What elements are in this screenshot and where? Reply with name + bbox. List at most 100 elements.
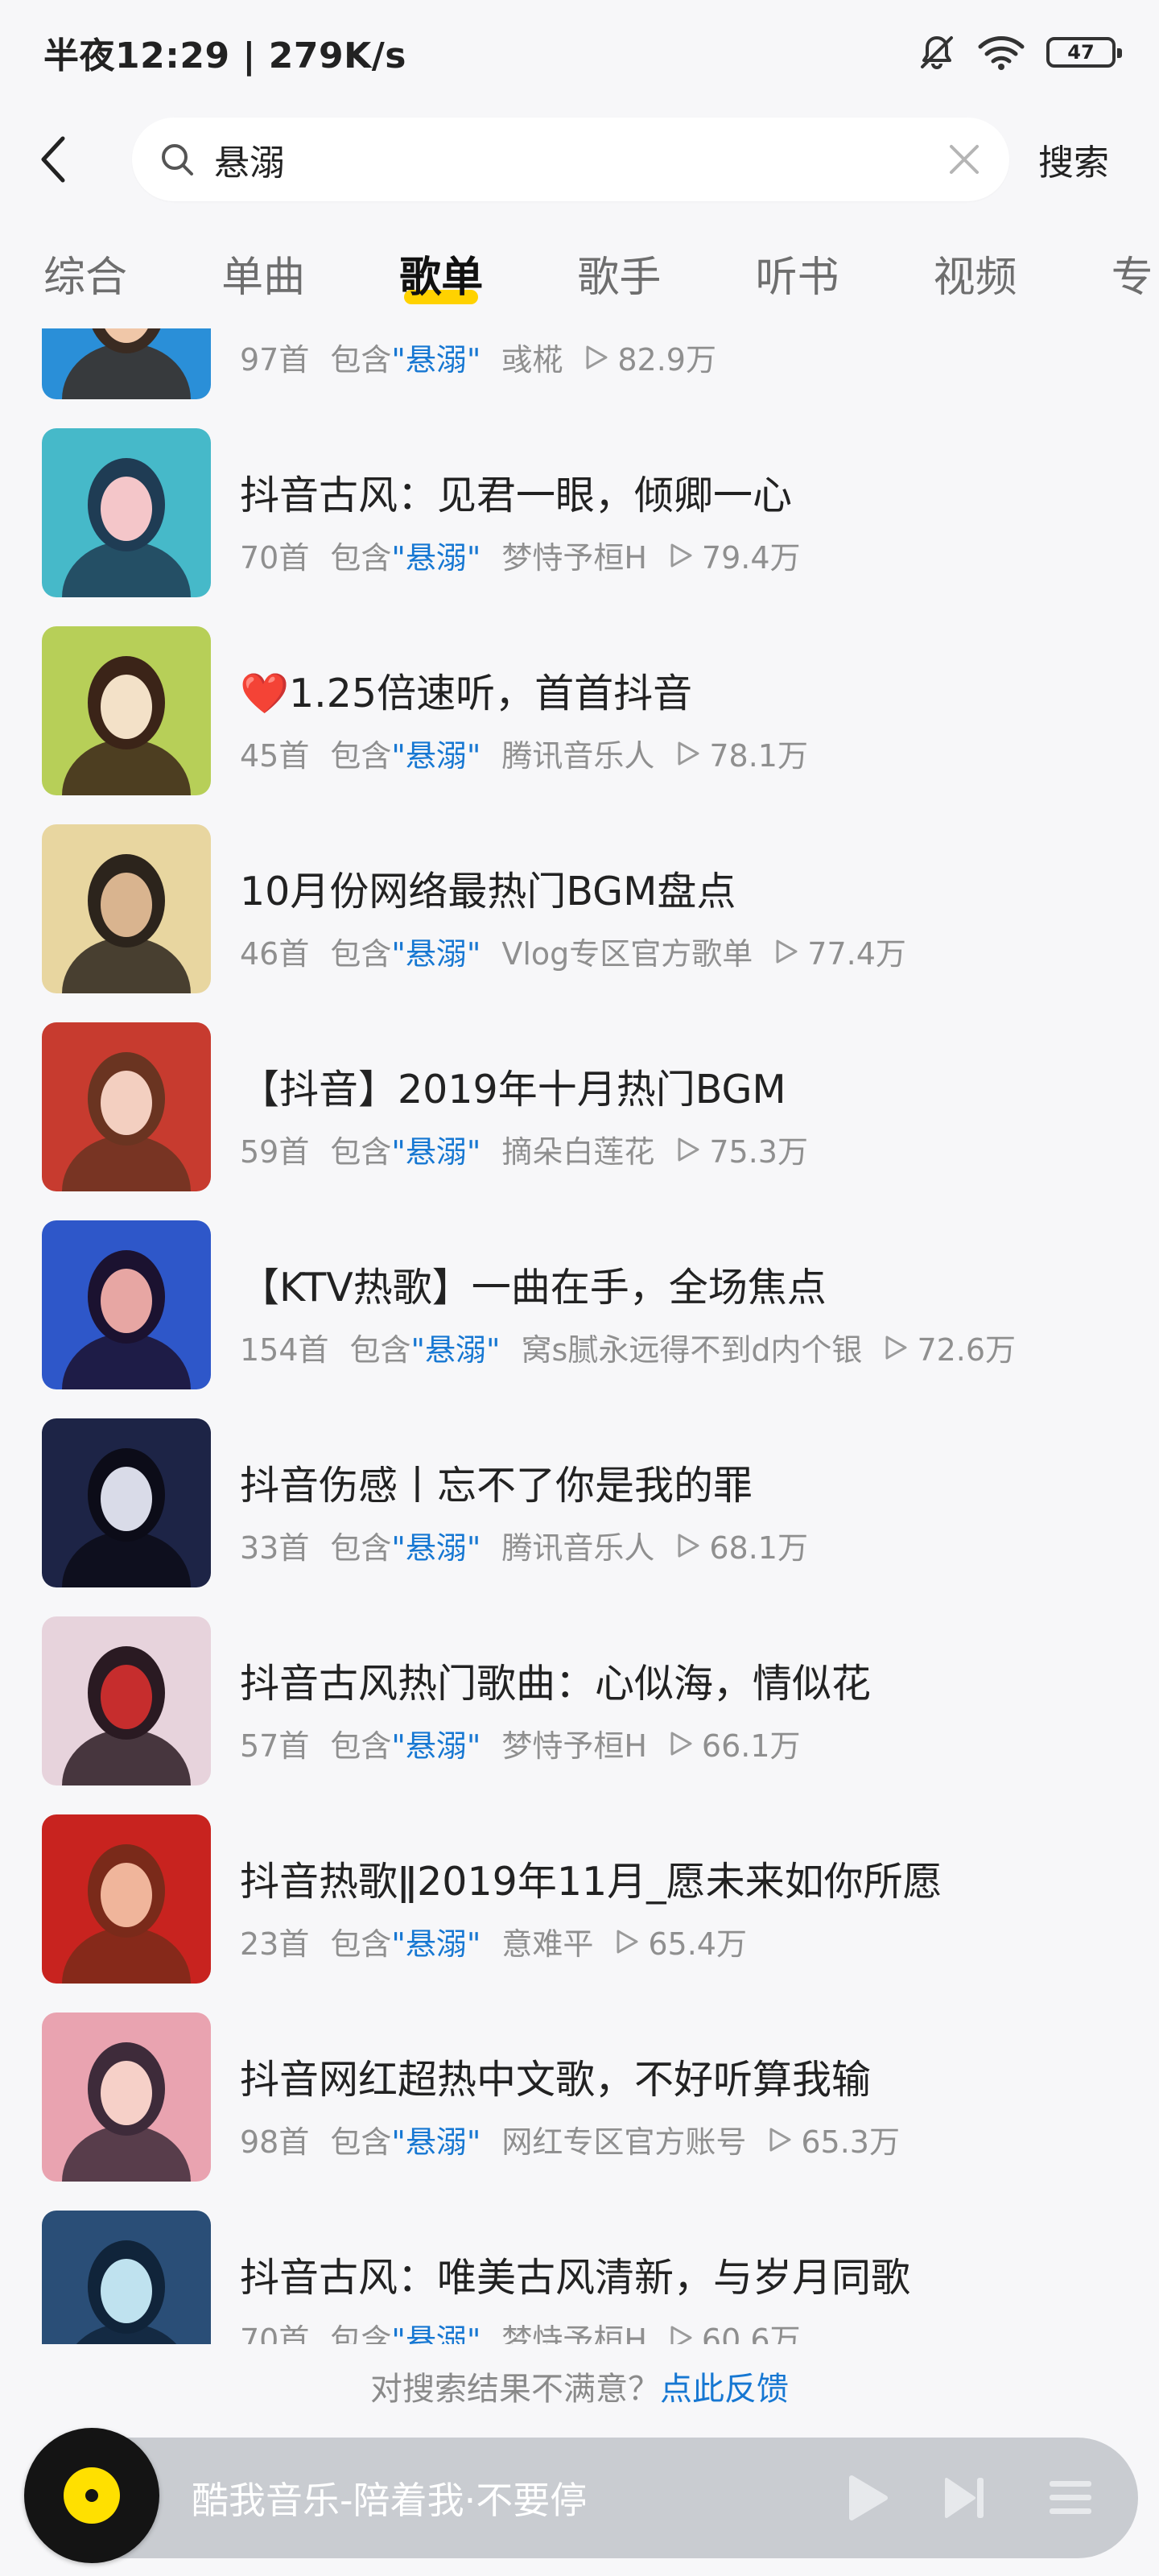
playlist-meta: 98首 包含 "悬溺" 网红专区官方账号 65.3万 (240, 2117, 900, 2161)
album-disc[interactable] (24, 2428, 159, 2563)
playlist-cover-image[interactable] (42, 1616, 211, 1785)
matched-keyword: "悬溺" (391, 936, 481, 972)
playlist-meta: 59首 包含 "悬溺" 摘朵白莲花 75.3万 (240, 1127, 808, 1171)
contains-label: 包含 (330, 342, 392, 378)
play-count-icon (670, 1732, 692, 1755)
playlist-item[interactable]: 抖音古风：唯美古风清新，与岁月同歌 70首 包含 "悬溺" 梦恃予桓H 60.6万 (0, 2211, 1159, 2344)
play-count: 68.1万 (709, 1530, 808, 1566)
playlist-title: 抖音伤感丨忘不了你是我的罪 (240, 1463, 753, 1509)
search-button[interactable]: 搜索 (1038, 134, 1109, 185)
play-count: 72.6万 (917, 1332, 1017, 1368)
playlist-item[interactable]: 抖音伤感丨忘不了你是我的罪 33首 包含 "悬溺" 腾讯音乐人 68.1万 (0, 1418, 1159, 1616)
search-icon (162, 144, 193, 175)
playlist-cover-image[interactable] (42, 428, 211, 597)
tab-artists[interactable]: 歌手 (577, 242, 661, 314)
playlist-results: 97首 包含 "悬溺" 彧椛 82.9万 抖音古风：见君一眼，倾卿一心 70首 包含 "悬溺" 梦… (0, 328, 1159, 2344)
tab-videos[interactable]: 视频 (934, 242, 1017, 314)
contains-label: 包含 (330, 2322, 392, 2344)
tab-comprehensive[interactable]: 综合 (43, 242, 127, 314)
track-count: 46首 (240, 936, 310, 972)
playlist-queue-icon[interactable] (1048, 2473, 1093, 2523)
bell-muted-icon (918, 33, 956, 72)
playlist-item[interactable]: 【抖音】2019年十月热门BGM 59首 包含 "悬溺" 摘朵白莲花 75.3万 (0, 1022, 1159, 1220)
back-button[interactable] (37, 119, 93, 200)
play-count-icon (670, 543, 692, 567)
matched-keyword: "悬溺" (391, 1728, 481, 1764)
feedback-link[interactable]: 点此反馈 (660, 2371, 789, 2408)
play-count-icon (670, 2326, 692, 2344)
matched-keyword: "悬溺" (391, 540, 481, 576)
contains-label: 包含 (330, 1530, 392, 1566)
track-count: 59首 (240, 1134, 310, 1170)
playlist-meta: 46首 包含 "悬溺" Vlog专区官方歌单 77.4万 (240, 929, 906, 973)
contains-label: 包含 (330, 2124, 392, 2160)
playlist-item[interactable]: 抖音古风热门歌曲：心似海，情似花 57首 包含 "悬溺" 梦恃予桓H 66.1万 (0, 1616, 1159, 1814)
next-track-icon[interactable] (942, 2473, 990, 2523)
playlist-cover-image[interactable] (42, 824, 211, 993)
search-row: 搜索 (0, 113, 1159, 206)
play-count-icon (678, 1137, 699, 1161)
playlist-item[interactable]: 【KTV热歌】一曲在手，全场焦点 154首 包含 "悬溺" 窝s腻永远得不到d内个银 72… (0, 1220, 1159, 1418)
search-input[interactable] (214, 138, 948, 180)
playlist-cover-image[interactable] (42, 2211, 211, 2344)
play-count-icon (617, 1930, 638, 1953)
playlist-cover-image[interactable] (42, 1220, 211, 1389)
search-box[interactable] (132, 118, 1009, 201)
contains-label: 包含 (330, 1134, 392, 1170)
playlist-item[interactable]: 97首 包含 "悬溺" 彧椛 82.9万 (0, 328, 1159, 428)
contains-label: 包含 (349, 1332, 411, 1368)
feedback-text: 对搜索结果不满意？ (370, 2371, 660, 2408)
battery-level: 47 (1067, 41, 1095, 64)
playlist-cover-image[interactable] (42, 1418, 211, 1587)
playlist-title: 抖音古风：唯美古风清新，与岁月同歌 (240, 2255, 911, 2301)
status-icons: 47 (918, 33, 1122, 72)
playlist-cover-image[interactable] (42, 1022, 211, 1191)
playlist-creator: 腾讯音乐人 (501, 1530, 655, 1566)
status-bar: 半夜12:29 | 279K/s 47 (0, 0, 1159, 105)
play-count: 65.3万 (801, 2124, 900, 2160)
matched-keyword: "悬溺" (391, 2322, 481, 2344)
tab-audiobooks[interactable]: 听书 (755, 242, 839, 314)
playlist-title: 【抖音】2019年十月热门BGM (240, 1067, 786, 1113)
play-count-icon (586, 345, 608, 369)
matched-keyword: "悬溺" (391, 1926, 481, 1962)
clear-icon[interactable] (948, 143, 980, 175)
play-count: 66.1万 (701, 1728, 801, 1764)
playlist-item[interactable]: 抖音古风：见君一眼，倾卿一心 70首 包含 "悬溺" 梦恃予桓H 79.4万 (0, 428, 1159, 626)
playlist-cover-image[interactable] (42, 1814, 211, 1984)
matched-keyword: "悬溺" (391, 1134, 481, 1170)
matched-keyword: "悬溺" (391, 1530, 481, 1566)
play-count: 79.4万 (701, 540, 801, 576)
matched-keyword: "悬溺" (391, 342, 481, 378)
play-count: 82.9万 (617, 342, 716, 378)
mini-player[interactable]: 酷我音乐-陪着我·不要停 (24, 2428, 1138, 2563)
tab-songs[interactable]: 单曲 (221, 242, 305, 314)
playlist-item[interactable]: 10月份网络最热门BGM盘点 46首 包含 "悬溺" Vlog专区官方歌单 77.4万 (0, 824, 1159, 1022)
matched-keyword: "悬溺" (410, 1332, 501, 1368)
playlist-cover-image[interactable] (42, 2013, 211, 2182)
playlist-item[interactable]: ❤️1.25倍速听，首首抖音 45首 包含 "悬溺" 腾讯音乐人 78.1万 (0, 626, 1159, 824)
playlist-item[interactable]: 抖音热歌ǁ2019年11月_愿未来如你所愿 23首 包含 "悬溺" 意难平 65.4万 (0, 1814, 1159, 2013)
tab-albums[interactable]: 专 (1112, 242, 1153, 314)
tab-playlists[interactable]: 歌单 (399, 242, 483, 314)
track-count: 23首 (240, 1926, 310, 1962)
player-title: 酷我音乐-陪着我·不要停 (192, 2479, 588, 2522)
play-count-icon (885, 1335, 907, 1359)
playlist-meta: 23首 包含 "悬溺" 意难平 65.4万 (240, 1919, 747, 1963)
track-count: 45首 (240, 738, 310, 774)
playlist-item[interactable]: 抖音网红超热中文歌，不好听算我输 98首 包含 "悬溺" 网红专区官方账号 65.3万 (0, 2013, 1159, 2211)
playlist-creator: 网红专区官方账号 (501, 2124, 747, 2160)
contains-label: 包含 (330, 1926, 392, 1962)
matched-keyword: "悬溺" (391, 2124, 481, 2160)
playlist-title: 抖音古风热门歌曲：心似海，情似花 (240, 1661, 872, 1707)
contains-label: 包含 (330, 540, 392, 576)
battery-icon: 47 (1046, 37, 1122, 68)
playlist-cover-image[interactable] (42, 626, 211, 795)
play-icon[interactable] (843, 2473, 892, 2523)
playlist-title: ❤️1.25倍速听，首首抖音 (240, 671, 693, 716)
playlist-cover-image[interactable] (42, 328, 211, 399)
track-count: 70首 (240, 2322, 310, 2344)
playlist-meta: 154首 包含 "悬溺" 窝s腻永远得不到d内个银 72.6万 (240, 1325, 1016, 1369)
wifi-icon (977, 34, 1025, 71)
playlist-title: 10月份网络最热门BGM盘点 (240, 869, 736, 914)
